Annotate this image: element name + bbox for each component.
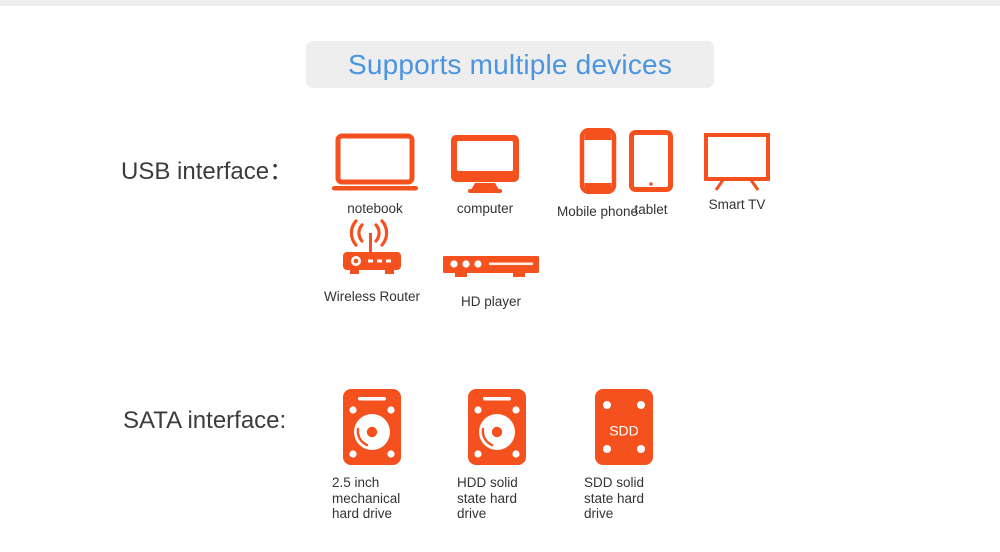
device-item-hd-player[interactable]: HD player <box>443 255 539 309</box>
device-item-sdd-solid-state[interactable]: SDD SDD solid state hard drive <box>583 389 664 522</box>
page-title: Supports multiple devices <box>347 48 673 80</box>
media-player-icon <box>443 255 539 281</box>
device-label-sdd-solid-state: SDD solid state hard drive <box>584 475 645 521</box>
device-item-tablet[interactable]: tablet <box>629 130 673 217</box>
device-label-smart-tv: Smart TV <box>708 197 766 212</box>
device-label-mobile-phone: Mobile phone <box>557 204 639 219</box>
usb-interface-label: USB interface： <box>121 158 294 185</box>
device-label-mechanical-hard-drive: 2.5 inch mechanical hard drive <box>332 475 401 521</box>
device-item-smart-tv[interactable]: Smart TV <box>703 133 771 212</box>
device-item-notebook[interactable]: notebook <box>332 133 418 216</box>
device-label-tablet: tablet <box>634 202 668 217</box>
sdd-badge-text: SDD <box>609 423 639 439</box>
smartphone-icon <box>579 128 617 194</box>
device-item-wireless-router[interactable]: Wireless Router <box>324 219 420 304</box>
device-item-mobile-phone[interactable]: Mobile phone <box>557 128 638 219</box>
solid-state-disk-icon: SDD <box>594 389 653 465</box>
device-label-hdd-solid-state: HDD solid state hard drive <box>457 475 518 521</box>
page-title-banner: Supports multiple devices <box>306 41 714 88</box>
device-item-computer[interactable]: computer <box>449 133 521 216</box>
desktop-monitor-icon <box>449 133 521 193</box>
laptop-icon <box>332 133 418 193</box>
device-item-mechanical-hard-drive[interactable]: 2.5 inch mechanical hard drive <box>331 389 412 522</box>
device-label-notebook: notebook <box>347 201 403 216</box>
television-icon <box>703 133 771 191</box>
hard-disk-icon <box>342 389 401 465</box>
device-item-hdd-solid-state[interactable]: HDD solid state hard drive <box>456 389 537 522</box>
sata-interface-label: SATA interface: <box>123 407 287 434</box>
device-label-wireless-router: Wireless Router <box>324 289 421 304</box>
wifi-router-icon <box>340 219 404 281</box>
hard-disk-icon <box>467 389 526 465</box>
tablet-icon <box>629 130 673 192</box>
top-edge-strip <box>0 0 1000 6</box>
device-label-hd-player: HD player <box>460 294 522 309</box>
device-label-computer: computer <box>456 201 514 216</box>
